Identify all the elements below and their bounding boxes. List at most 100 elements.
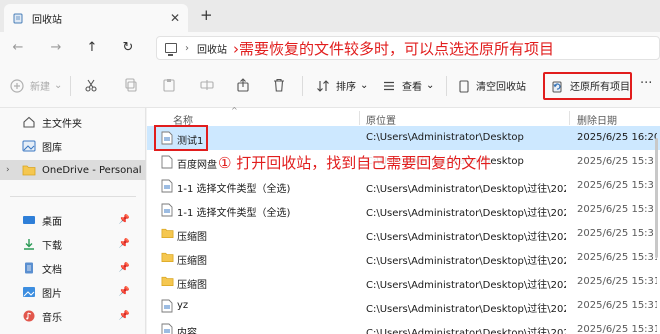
- new-label: 新建: [30, 82, 50, 93]
- this-pc-icon: [165, 43, 177, 56]
- file-location: C:\Users\Administrator\Desktop\过往\2025..…: [366, 328, 566, 334]
- document-icon: [161, 179, 173, 193]
- pin-icon[interactable]: 📌: [119, 311, 130, 321]
- music-icon: [23, 310, 35, 322]
- column-header-location[interactable]: 原位置: [366, 112, 396, 127]
- file-location: C:\Users\Administrator\Desktop: [366, 132, 524, 143]
- file-name: 压缩图: [177, 256, 207, 267]
- sidebar-item-label: 文档: [42, 264, 62, 276]
- sidebar-item-desktop[interactable]: 桌面 📌: [0, 210, 146, 230]
- share-icon: [237, 78, 249, 92]
- copy-icon: [125, 78, 137, 92]
- recycle-bin-icon: [13, 13, 23, 24]
- forward-button[interactable]: →: [48, 40, 64, 55]
- pin-icon[interactable]: 📌: [119, 215, 130, 225]
- sort-button[interactable]: 排序 ⌄: [316, 78, 368, 93]
- empty-bin-label: 清空回收站: [476, 82, 526, 93]
- back-button[interactable]: ←: [10, 40, 26, 55]
- file-row[interactable]: 1-1 选择文件类型（全选) C:\Users\Administrator\De…: [147, 174, 660, 198]
- close-tab-icon[interactable]: ✕: [170, 11, 180, 25]
- file-row[interactable]: 压缩图 C:\Users\Administrator\Desktop\过往\20…: [147, 270, 660, 294]
- document-icon: [161, 155, 173, 169]
- sidebar-item-home[interactable]: 主文件夹: [0, 112, 146, 132]
- breadcrumb-recycle-bin[interactable]: 回收站: [197, 41, 227, 56]
- more-options-button[interactable]: ···: [640, 76, 652, 91]
- share-button[interactable]: [236, 78, 256, 92]
- desktop-icon: [23, 216, 35, 224]
- address-bar[interactable]: › 回收站 ›需要恢复的文件较多时，可以点选还原所有项目: [156, 36, 660, 60]
- refresh-button[interactable]: ↻: [120, 40, 136, 55]
- column-header-date[interactable]: 删除日期: [577, 112, 617, 127]
- sidebar-item-label: OneDrive - Personal: [42, 164, 142, 176]
- rename-button[interactable]: [200, 78, 220, 92]
- tutorial-annotation-step1: ① 打开回收站，找到自己需要回复的文件: [218, 152, 492, 173]
- sidebar-item-gallery[interactable]: 图库: [0, 136, 146, 156]
- file-row[interactable]: 压缩图 C:\Users\Administrator\Desktop\过往\20…: [147, 246, 660, 270]
- file-row[interactable]: 压缩图 C:\Users\Administrator\Desktop\过往\20…: [147, 222, 660, 246]
- sidebar-item-label: 音乐: [42, 312, 62, 324]
- sidebar-item-label: 下载: [42, 240, 62, 252]
- home-icon: [23, 116, 35, 128]
- vertical-scrollbar[interactable]: [655, 138, 658, 258]
- folder-icon: [22, 165, 36, 176]
- view-icon: [384, 81, 394, 90]
- document-icon: [161, 299, 173, 313]
- navigation-bar: ← → ↑ ↻ › 回收站 ›需要恢复的文件较多时，可以点选还原所有项目: [0, 32, 660, 64]
- sidebar-item-label: 桌面: [42, 216, 62, 228]
- file-row[interactable]: 测试1 C:\Users\Administrator\Desktop 2025/…: [147, 126, 660, 150]
- column-resize-handle[interactable]: [359, 111, 360, 125]
- file-row[interactable]: 1-1 选择文件类型（全选) C:\Users\Administrator\De…: [147, 198, 660, 222]
- file-location: C:\Users\Administrator\Desktop\过往\2025..…: [366, 232, 566, 243]
- new-button[interactable]: 新建 ⌄: [10, 78, 62, 93]
- file-name: 1-1 选择文件类型（全选): [177, 208, 291, 219]
- paste-icon: [163, 79, 175, 92]
- pin-icon[interactable]: 📌: [119, 263, 130, 273]
- pin-icon[interactable]: 📌: [119, 287, 130, 297]
- selected-file-highlight: [154, 125, 208, 151]
- file-row[interactable]: 内容 C:\Users\Administrator\Desktop\过往\202…: [147, 318, 660, 334]
- file-name: 1-1 选择文件类型（全选): [177, 184, 291, 195]
- tab-recycle-bin[interactable]: 回收站 ✕: [4, 4, 188, 32]
- file-name: 压缩图: [177, 280, 207, 291]
- view-button[interactable]: 查看 ⌄: [382, 78, 434, 93]
- restore-all-highlight: [543, 72, 632, 100]
- file-date: 2025/6/25 15:31: [577, 228, 657, 239]
- file-date: 2025/6/25 15:31: [577, 276, 657, 287]
- title-bar: 回收站 ✕ +: [0, 0, 660, 32]
- file-name: 压缩图: [177, 232, 207, 243]
- copy-button[interactable]: [124, 78, 144, 92]
- file-location: C:\Users\Administrator\Desktop\过往\2025..…: [366, 256, 566, 267]
- file-row[interactable]: yz C:\Users\Administrator\Desktop\过往\202…: [147, 294, 660, 318]
- column-resize-handle[interactable]: [569, 111, 570, 125]
- pin-icon[interactable]: 📌: [119, 239, 130, 249]
- folder-icon: [161, 228, 174, 239]
- sidebar-item-pictures[interactable]: 图片 📌: [0, 282, 146, 302]
- delete-button[interactable]: [272, 78, 292, 92]
- file-date: 2025/6/25 15:31: [577, 156, 657, 167]
- sidebar-item-label: 图片: [42, 288, 62, 300]
- sidebar-divider: [10, 196, 136, 197]
- tutorial-annotation-top: ›需要恢复的文件较多时，可以点选还原所有项目: [233, 39, 555, 58]
- plus-circle-icon: [10, 78, 24, 93]
- pictures-icon: [23, 287, 35, 297]
- new-tab-button[interactable]: +: [200, 6, 213, 24]
- file-date: 2025/6/25 16:20: [577, 132, 657, 143]
- file-date: 2025/6/25 15:31: [577, 252, 657, 263]
- expand-chevron-icon[interactable]: ›: [6, 165, 10, 175]
- rename-icon: [200, 80, 214, 90]
- empty-recycle-bin-button[interactable]: 清空回收站: [458, 78, 526, 93]
- cut-button[interactable]: [84, 78, 104, 92]
- scissors-icon: [85, 79, 97, 92]
- breadcrumb-separator: ›: [185, 42, 189, 54]
- sidebar-item-onedrive[interactable]: › OneDrive - Personal: [0, 160, 146, 180]
- file-name: yz: [177, 300, 189, 311]
- folder-icon: [161, 252, 174, 263]
- sidebar-item-downloads[interactable]: 下载 📌: [0, 234, 146, 254]
- sidebar-item-music[interactable]: 音乐 📌: [0, 306, 146, 326]
- download-icon: [24, 239, 34, 250]
- file-location: C:\Users\Administrator\Desktop\过往\2025..…: [366, 280, 566, 291]
- file-date: 2025/6/25 15:31: [577, 324, 657, 334]
- up-button[interactable]: ↑: [84, 40, 100, 55]
- sidebar-item-documents[interactable]: 文档 📌: [0, 258, 146, 278]
- paste-button[interactable]: [162, 78, 182, 92]
